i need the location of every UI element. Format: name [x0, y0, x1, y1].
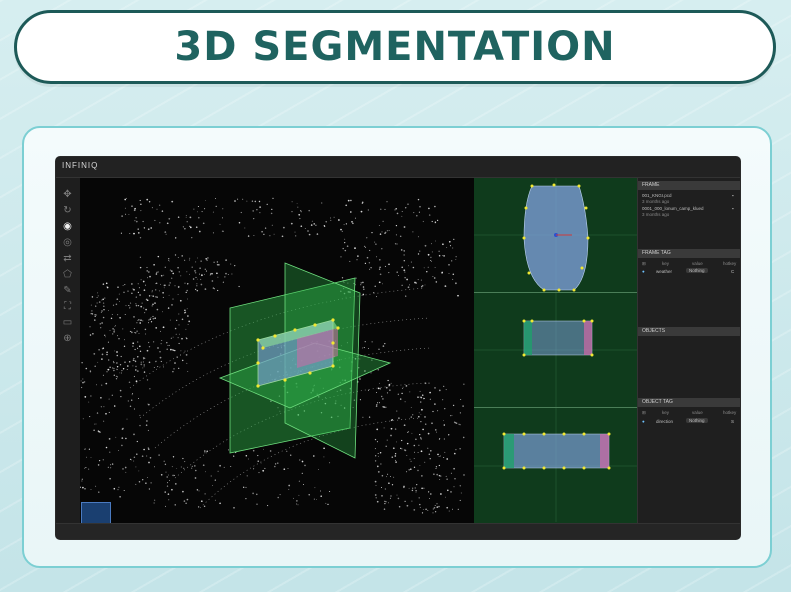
- object-tag-grid-icon: ⊞: [642, 410, 646, 415]
- 3d-viewport[interactable]: [80, 178, 474, 523]
- objects-header: OBJECTS: [638, 327, 740, 336]
- side-view[interactable]: [474, 408, 637, 522]
- frame-item-1-time: 3 months ago: [642, 199, 670, 204]
- frame-tag-col-hotkey: hotkey: [723, 261, 737, 266]
- frame-tag-dot-icon: ●: [642, 269, 645, 274]
- object-tag-hotkey: S: [731, 419, 735, 424]
- app-logo: INFINIQ: [62, 161, 99, 170]
- lock-icon[interactable]: ▪: [732, 193, 734, 198]
- segmentation-planes: [218, 262, 392, 459]
- tool-sidebar: ✥ ↻ ◉ ◎ ⇄ ⬠ ✎ ⛶ ▭ ⊕: [56, 178, 80, 523]
- frame-tag-key: weather: [656, 269, 673, 274]
- circle-icon[interactable]: ◎: [61, 236, 74, 249]
- object-tag-col-hotkey: hotkey: [723, 410, 737, 415]
- top-view-shape: [523, 185, 589, 291]
- frame-item-2-time: 3 months ago: [642, 212, 670, 217]
- app-bottombar: [56, 523, 740, 539]
- object-tag-header: OBJECT TAG: [638, 398, 740, 407]
- frame-tag-header: FRAME TAG: [638, 249, 740, 258]
- monitor-icon[interactable]: ▭: [61, 316, 74, 329]
- top-view[interactable]: [474, 178, 637, 293]
- object-tag-key: direction: [656, 419, 674, 424]
- polygon-icon[interactable]: ⬠: [61, 268, 74, 281]
- frame-tag-col-value: value: [692, 261, 703, 266]
- lock-icon[interactable]: ▪: [732, 206, 734, 211]
- expand-icon[interactable]: ⛶: [61, 300, 74, 313]
- app-topbar: INFINIQ: [56, 157, 740, 178]
- front-view-shape: [523, 320, 593, 356]
- object-tag-value-select[interactable]: Nothing: [686, 418, 708, 423]
- move-icon[interactable]: ✥: [61, 188, 74, 201]
- right-panel: FRAME 001_KNGI.pcd 3 months ago ▪ 0001_0…: [637, 178, 740, 523]
- side-view-shape: [503, 433, 610, 469]
- frame-header: FRAME: [638, 181, 740, 190]
- brush-icon[interactable]: ✎: [61, 284, 74, 297]
- frame-item-2-name[interactable]: 0001_000_lonum_camp_klued: [642, 206, 704, 211]
- object-tag-col-value: value: [692, 410, 703, 415]
- page-title: 3D SEGMENTATION: [174, 24, 616, 70]
- rotate-icon[interactable]: ↻: [61, 204, 74, 217]
- frame-tag-col-key: key: [662, 261, 670, 266]
- route-icon[interactable]: ⇄: [61, 252, 74, 265]
- target-icon[interactable]: ◉: [61, 220, 74, 233]
- frame-item-1-name[interactable]: 001_KNGI.pcd: [642, 193, 672, 198]
- frame-tag-hotkey: C: [731, 269, 735, 274]
- front-view[interactable]: [474, 293, 637, 408]
- side-views-panel: [474, 178, 637, 523]
- zoom-icon[interactable]: ⊕: [61, 332, 74, 345]
- title-banner: 3D SEGMENTATION: [14, 10, 776, 84]
- object-tag-dot-icon: ●: [642, 419, 645, 424]
- minimap[interactable]: [81, 502, 111, 524]
- point-cloud-canvas[interactable]: [80, 178, 474, 523]
- app-window: INFINIQ ✥ ↻ ◉ ◎ ⇄ ⬠ ✎ ⛶ ▭ ⊕ FRAME 001_KN…: [56, 157, 740, 539]
- frame-tag-value-select[interactable]: Nothing: [686, 268, 708, 273]
- frame-tag-grid-icon: ⊞: [642, 261, 646, 266]
- object-tag-col-key: key: [662, 410, 670, 415]
